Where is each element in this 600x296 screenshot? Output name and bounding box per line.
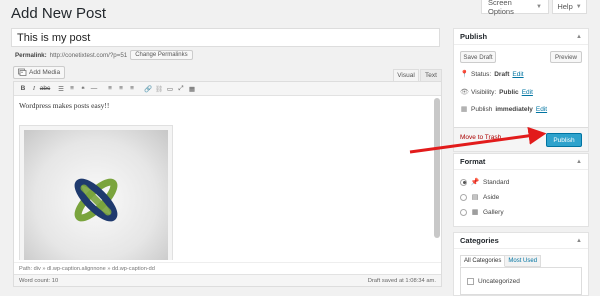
tab-all-categories[interactable]: All Categories bbox=[460, 255, 506, 267]
toolbar-divider bbox=[100, 84, 104, 94]
numbered-list-icon[interactable]: ≡ bbox=[67, 84, 77, 94]
tab-visual[interactable]: Visual bbox=[393, 69, 419, 81]
publish-box-title: Publish bbox=[460, 32, 488, 41]
format-option-label: Standard bbox=[483, 178, 510, 186]
editor-scrollbar[interactable] bbox=[434, 98, 440, 238]
publish-box: Publish ▲ Save Draft Preview 📍 Status: D… bbox=[453, 28, 589, 152]
insert-link-icon[interactable]: 🔗 bbox=[143, 84, 153, 94]
status-row: 📍 Status: Draft Edit bbox=[460, 70, 524, 79]
align-left-icon[interactable]: ≡ bbox=[105, 84, 115, 94]
toolbar-divider bbox=[138, 84, 142, 94]
collapse-toggle-icon[interactable]: ▲ bbox=[576, 238, 582, 244]
status-label: Status: bbox=[471, 70, 492, 78]
add-media-button[interactable]: Add Media bbox=[13, 66, 66, 79]
permalink-row: Permalink: http://conetixtest.com/?p=51 … bbox=[15, 50, 193, 60]
post-body-text: Wordpress makes posts easy!! bbox=[19, 101, 110, 110]
screen-options-button[interactable]: Screen Options ▼ bbox=[481, 0, 549, 16]
remove-link-icon[interactable]: ⛓ bbox=[154, 84, 164, 94]
radio-button[interactable] bbox=[460, 178, 467, 186]
post-title-input[interactable]: This is my post bbox=[11, 28, 440, 47]
publish-value: immediately bbox=[495, 105, 533, 113]
bold-icon[interactable]: B bbox=[18, 84, 28, 94]
move-to-trash-link[interactable]: Move to Trash bbox=[460, 134, 501, 141]
change-permalinks-button[interactable]: Change Permalinks bbox=[130, 50, 193, 60]
calendar-icon: ▦ bbox=[460, 106, 468, 113]
category-checkbox[interactable] bbox=[467, 278, 474, 285]
fullscreen-icon[interactable]: ⤢ bbox=[176, 84, 186, 94]
strikethrough-icon[interactable]: abc bbox=[40, 84, 50, 94]
editor-toolbar: B I abc ☰ ≡ ❝ — ≡ ≡ ≡ 🔗 ⛓ ▭ ⤢ ▦ bbox=[14, 82, 441, 96]
logo-icon bbox=[74, 178, 118, 222]
help-label: Help bbox=[557, 2, 573, 11]
permalink-url[interactable]: http://conetixtest.com/?p=51 bbox=[50, 52, 128, 59]
horizontal-line-icon[interactable]: — bbox=[89, 84, 99, 94]
category-tabs: All Categories Most Used bbox=[460, 255, 542, 267]
pushpin-icon: 📌 bbox=[470, 179, 480, 186]
category-list: Uncategorized bbox=[460, 267, 582, 295]
preview-button[interactable]: Preview bbox=[550, 51, 582, 63]
categories-box-header[interactable]: Categories ▲ bbox=[454, 233, 588, 249]
toolbar-divider bbox=[51, 84, 55, 94]
format-box-title: Format bbox=[460, 157, 486, 166]
categories-box-title: Categories bbox=[460, 236, 499, 245]
italic-icon[interactable]: I bbox=[29, 84, 39, 94]
categories-box: Categories ▲ All Categories Most Used Un… bbox=[453, 232, 589, 296]
permalink-label: Permalink: bbox=[15, 51, 47, 59]
visibility-row: 👁 Visibility: Public Edit bbox=[460, 88, 533, 97]
editor-status-bar: Word count: 10 Draft saved at 1:08:34 am… bbox=[14, 274, 441, 286]
save-draft-button[interactable]: Save Draft bbox=[460, 51, 496, 63]
visibility-value: Public bbox=[499, 88, 519, 96]
editor-content[interactable]: Wordpress makes posts easy!! bbox=[14, 96, 433, 260]
kitchen-sink-icon[interactable]: ▦ bbox=[187, 84, 197, 94]
collapse-toggle-icon[interactable]: ▲ bbox=[576, 34, 582, 40]
tab-most-used[interactable]: Most Used bbox=[505, 255, 542, 267]
gallery-icon: ▦ bbox=[471, 209, 479, 216]
tab-text[interactable]: Text bbox=[420, 69, 442, 81]
edit-status-link[interactable]: Edit bbox=[512, 71, 523, 78]
category-label: Uncategorized bbox=[478, 278, 520, 285]
word-count: Word count: 10 bbox=[19, 277, 59, 284]
read-more-icon[interactable]: ▭ bbox=[165, 84, 175, 94]
chevron-down-icon: ▼ bbox=[575, 3, 582, 10]
align-center-icon[interactable]: ≡ bbox=[116, 84, 126, 94]
collapse-toggle-icon[interactable]: ▲ bbox=[576, 159, 582, 165]
edit-visibility-link[interactable]: Edit bbox=[522, 89, 533, 96]
aside-icon: ▤ bbox=[471, 194, 479, 201]
help-button[interactable]: Help ▼ bbox=[552, 0, 587, 14]
image-background bbox=[24, 130, 168, 260]
media-icon bbox=[18, 68, 27, 78]
chevron-down-icon: ▼ bbox=[536, 3, 542, 10]
screen-options-label: Screen Options bbox=[488, 0, 514, 16]
edit-schedule-link[interactable]: Edit bbox=[536, 106, 547, 113]
eye-icon: 👁 bbox=[460, 89, 469, 96]
format-option-aside[interactable]: ▤ Aside bbox=[460, 193, 499, 201]
format-box: Format ▲ 📌 Standard ▤ Aside ▦ Gallery bbox=[453, 153, 589, 227]
format-option-gallery[interactable]: ▦ Gallery bbox=[460, 208, 504, 216]
pin-icon: 📍 bbox=[460, 71, 469, 78]
schedule-row: ▦ Publish immediately Edit bbox=[460, 105, 547, 114]
format-option-label: Gallery bbox=[483, 208, 504, 216]
publish-button[interactable]: Publish bbox=[546, 133, 582, 147]
status-value: Draft bbox=[494, 70, 510, 78]
align-right-icon[interactable]: ≡ bbox=[127, 84, 137, 94]
publish-actions: Move to Trash Publish bbox=[454, 127, 588, 151]
post-image[interactable] bbox=[19, 125, 173, 260]
element-path: Path: div » dl.wp-caption.alignnone » dd… bbox=[14, 262, 441, 274]
bulleted-list-icon[interactable]: ☰ bbox=[56, 84, 66, 94]
publish-label: Publish bbox=[471, 105, 493, 113]
add-media-label: Add Media bbox=[29, 69, 61, 76]
format-option-standard[interactable]: 📌 Standard bbox=[460, 178, 509, 186]
publish-box-header[interactable]: Publish ▲ bbox=[454, 29, 588, 45]
radio-button[interactable] bbox=[460, 208, 467, 216]
page-title: Add New Post bbox=[11, 5, 107, 22]
draft-saved-status: Draft saved at 1:08:34 am. bbox=[367, 277, 436, 284]
format-option-label: Aside bbox=[483, 193, 500, 201]
list-item[interactable]: Uncategorized bbox=[467, 278, 520, 285]
format-box-header[interactable]: Format ▲ bbox=[454, 154, 588, 170]
blockquote-icon[interactable]: ❝ bbox=[78, 84, 88, 94]
radio-button[interactable] bbox=[460, 193, 467, 201]
post-editor: B I abc ☰ ≡ ❝ — ≡ ≡ ≡ 🔗 ⛓ ▭ ⤢ ▦ Wordpres… bbox=[13, 81, 442, 287]
visibility-label: Visibility: bbox=[471, 88, 497, 96]
